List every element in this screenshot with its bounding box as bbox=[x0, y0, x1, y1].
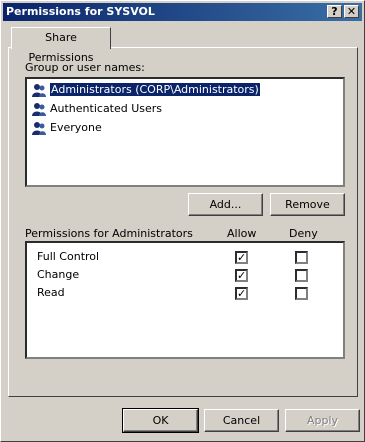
permission-row: Change bbox=[37, 266, 79, 284]
add-button[interactable]: Add... bbox=[188, 193, 263, 216]
permissions-list: Full Control ✓ Change ✓ Read ✓ bbox=[25, 241, 345, 359]
allow-change-checkbox[interactable]: ✓ bbox=[235, 269, 248, 282]
permission-name: Full Control bbox=[37, 250, 100, 263]
users-icon bbox=[32, 103, 46, 116]
permission-row: Read bbox=[37, 284, 65, 302]
apply-button[interactable]: Apply bbox=[285, 409, 360, 432]
allow-full-control-checkbox[interactable]: ✓ bbox=[235, 251, 248, 264]
title-bar: Permissions for SYSVOL bbox=[3, 3, 362, 21]
close-button[interactable]: ✕ bbox=[344, 5, 359, 18]
permission-name: Change bbox=[37, 268, 80, 281]
allow-column-header: Allow bbox=[227, 227, 257, 240]
list-item-label: Everyone bbox=[50, 121, 102, 134]
list-item[interactable]: Authenticated Users bbox=[31, 100, 162, 117]
permissions-label: Permissions for Administrators bbox=[25, 227, 193, 240]
deny-change-checkbox[interactable] bbox=[295, 269, 308, 282]
users-icon bbox=[32, 84, 46, 97]
deny-read-checkbox[interactable] bbox=[295, 287, 308, 300]
group-user-list[interactable]: Administrators (CORP\Administrators) Aut… bbox=[25, 77, 345, 187]
list-item-label: Administrators (CORP\Administrators) bbox=[50, 83, 260, 96]
tab-panel: Group or user names: Administrators (COR… bbox=[8, 47, 358, 397]
tab-share-permissions[interactable]: Share Permissions bbox=[11, 27, 111, 64]
deny-full-control-checkbox[interactable] bbox=[295, 251, 308, 264]
list-item-label: Authenticated Users bbox=[50, 102, 163, 115]
remove-button[interactable]: Remove bbox=[270, 193, 345, 216]
permission-name: Read bbox=[37, 286, 65, 299]
permissions-dialog: Permissions for SYSVOL ? ✕ Share Permiss… bbox=[0, 0, 365, 442]
tab-label: Share Permissions bbox=[28, 31, 94, 64]
list-item[interactable]: Everyone bbox=[31, 119, 102, 136]
ok-button[interactable]: OK bbox=[122, 408, 199, 433]
cancel-button[interactable]: Cancel bbox=[204, 409, 279, 432]
users-icon bbox=[32, 122, 46, 135]
help-button[interactable]: ? bbox=[327, 5, 342, 18]
permission-row: Full Control bbox=[37, 248, 99, 266]
allow-read-checkbox[interactable]: ✓ bbox=[235, 287, 248, 300]
window-title: Permissions for SYSVOL bbox=[6, 5, 155, 18]
list-item[interactable]: Administrators (CORP\Administrators) bbox=[31, 81, 260, 98]
deny-column-header: Deny bbox=[289, 227, 318, 240]
